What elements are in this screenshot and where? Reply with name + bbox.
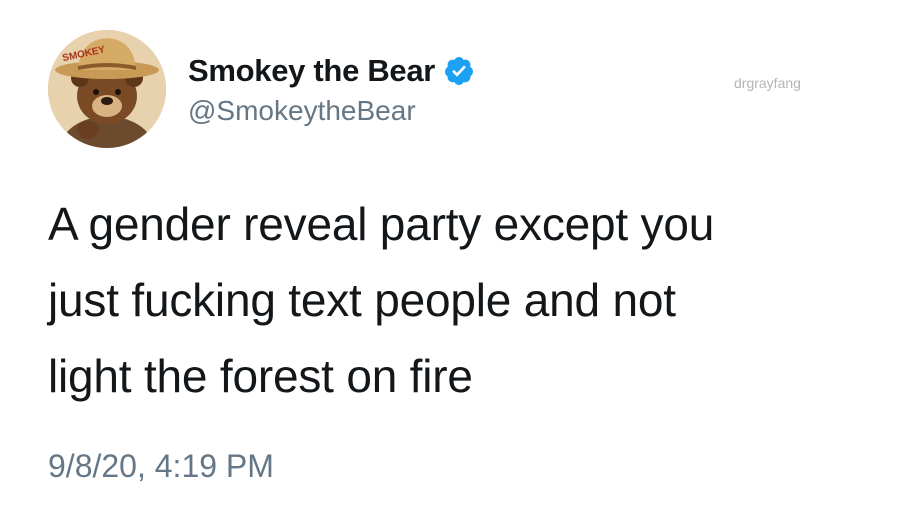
tweet-timestamp[interactable]: 9/8/20, 4:19 PM xyxy=(48,446,274,486)
tweet-text: A gender reveal party except you just fu… xyxy=(48,186,868,414)
verified-badge-icon xyxy=(443,55,475,87)
watermark: drgrayfang xyxy=(734,75,801,91)
author-handle[interactable]: @SmokeytheBear xyxy=(188,94,416,128)
tweet-card: SMOKEY Smokey the Bear @SmokeytheBear dr… xyxy=(0,0,900,518)
author-display-name[interactable]: Smokey the Bear xyxy=(188,53,435,89)
avatar[interactable]: SMOKEY xyxy=(48,30,166,148)
author-name-row: Smokey the Bear xyxy=(188,53,475,89)
smokey-bear-avatar-image: SMOKEY xyxy=(48,30,166,148)
tweet-text-line: light the forest on fire xyxy=(48,350,473,402)
tweet-text-line: just fucking text people and not xyxy=(48,274,676,326)
tweet-text-line: A gender reveal party except you xyxy=(48,198,715,250)
